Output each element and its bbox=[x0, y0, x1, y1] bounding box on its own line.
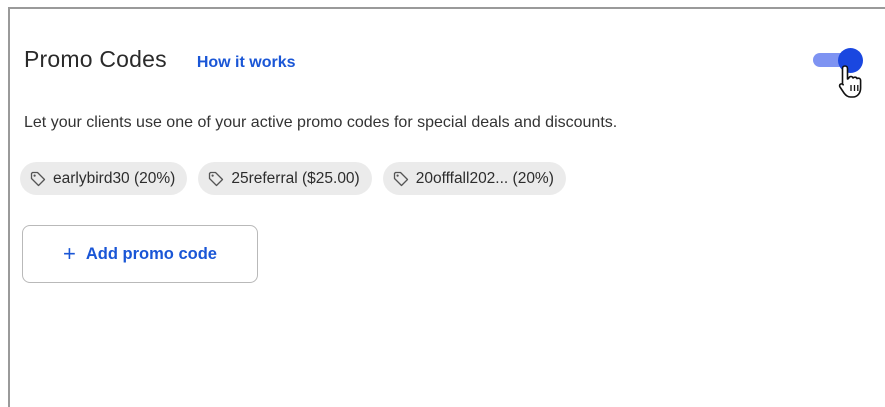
tag-icon bbox=[209, 171, 224, 186]
promo-description: Let your clients use one of your active … bbox=[24, 114, 618, 131]
promo-codes-toggle[interactable] bbox=[811, 45, 867, 75]
promo-code-chip[interactable]: 20offfall202... (20%) bbox=[382, 162, 566, 195]
promo-code-chip[interactable]: 25referral ($25.00) bbox=[198, 162, 372, 195]
tag-icon bbox=[30, 171, 46, 186]
how-it-works-link[interactable]: How it works bbox=[197, 54, 296, 72]
promo-code-label: earlybird30 (20%) bbox=[53, 169, 176, 187]
add-promo-code-label: Add promo code bbox=[85, 244, 217, 263]
add-promo-code-button[interactable]: + Add promo code bbox=[22, 225, 258, 283]
promo-code-list: earlybird30 (20%) 25referral ($25.00) 20… bbox=[20, 162, 566, 195]
promo-code-label: 20offfall202... (20%) bbox=[415, 169, 554, 187]
promo-code-chip[interactable]: earlybird30 (20%) bbox=[20, 162, 188, 195]
promo-header: Promo Codes How it works bbox=[24, 46, 296, 73]
plus-icon: + bbox=[63, 241, 76, 266]
tag-icon bbox=[393, 171, 408, 186]
section-title: Promo Codes bbox=[24, 46, 167, 72]
promo-code-label: 25referral ($25.00) bbox=[231, 169, 360, 187]
toggle-knob bbox=[838, 48, 863, 73]
